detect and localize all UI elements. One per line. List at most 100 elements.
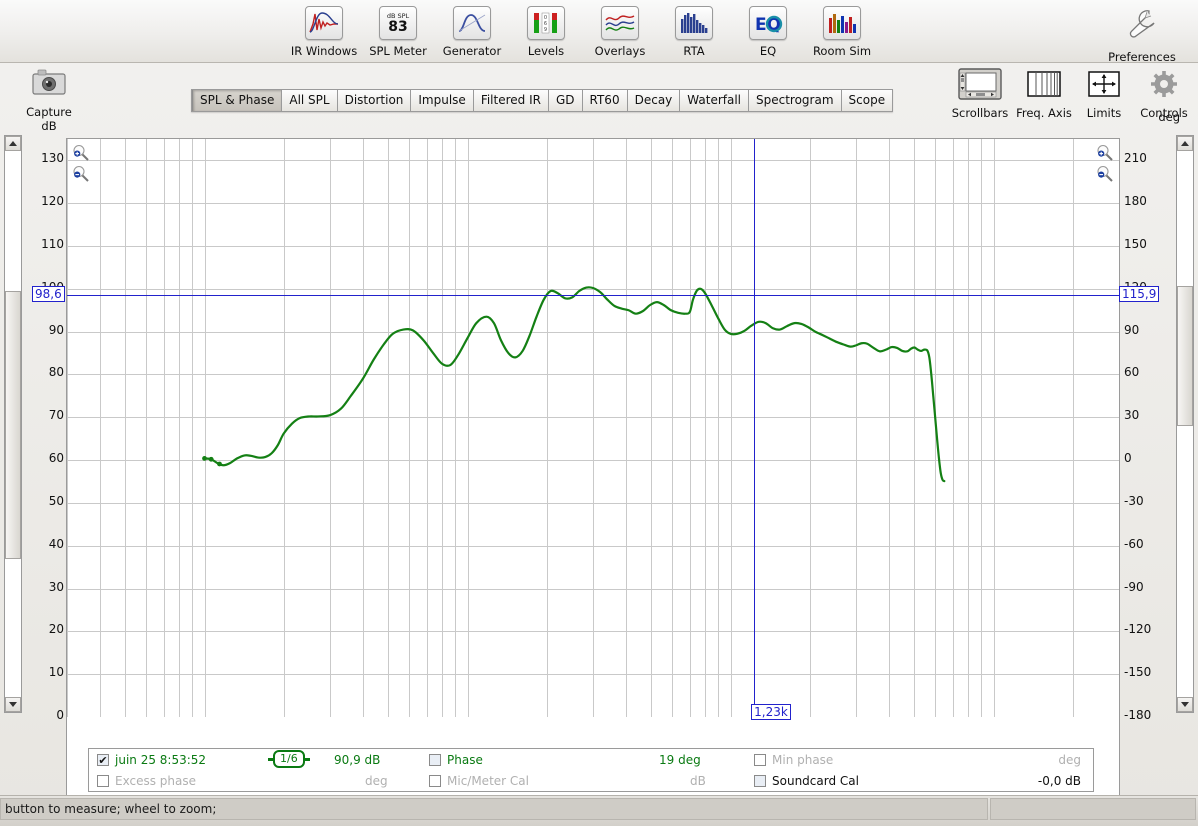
measurement-toggle[interactable]: juin 25 8:53:52 (97, 749, 206, 771)
tab-distortion[interactable]: Distortion (337, 90, 412, 111)
scroll-down-arrow-right[interactable] (1177, 697, 1193, 712)
tab-rt60[interactable]: RT60 (582, 90, 628, 111)
spl-axis-tick: 50 (48, 493, 64, 508)
smoothing-control[interactable]: 1/6 (268, 750, 310, 768)
min-phase-checkbox[interactable] (754, 754, 766, 766)
phase-axis: -180-150-120-90-60-300306090120150180210 (1120, 130, 1172, 722)
phase-toggle[interactable]: Phase (429, 749, 483, 771)
wrench-icon (1125, 8, 1159, 44)
plot-canvas (67, 139, 1119, 718)
rew-main-window: IR Windows dB SPL 83 SPL Meter Generator (0, 0, 1198, 826)
capture-label: Capture (26, 105, 72, 119)
tab-scope[interactable]: Scope (841, 90, 893, 111)
generator-icon (453, 6, 491, 40)
spl-meter-button[interactable]: dB SPL 83 SPL Meter (361, 2, 435, 58)
zoom-out-icon-top-left[interactable] (72, 165, 90, 183)
mic-meter-cal-toggle[interactable]: Mic/Meter Cal (429, 770, 529, 792)
tab-spectrogram[interactable]: Spectrogram (749, 90, 842, 111)
soundcard-cal-value: -0,0 dB (1037, 774, 1081, 788)
phase-axis-tick: -150 (1124, 665, 1152, 680)
legend-row-1: juin 25 8:53:52 90,9 dB Phase 19 deg Min… (89, 749, 1093, 771)
mic-meter-cal-label: Mic/Meter Cal (447, 774, 529, 788)
toolbar-buttons: IR Windows dB SPL 83 SPL Meter Generator (287, 2, 879, 58)
phase-axis-tick: 180 (1124, 194, 1147, 209)
measurement-checkbox[interactable] (97, 754, 109, 766)
graph-area: 0102030405060708090100110120130 -180-150… (0, 130, 1198, 826)
spl-axis-tick: 40 (48, 536, 64, 551)
scrollbars-button[interactable]: Scrollbars (946, 66, 1014, 120)
zoom-in-icon-top-right[interactable] (1096, 144, 1114, 162)
limits-label: Limits (1086, 106, 1122, 120)
zoom-out-icon-top-right[interactable] (1096, 165, 1114, 183)
spl-axis-tick: 60 (48, 451, 64, 466)
room-sim-button[interactable]: Room Sim (805, 2, 879, 58)
tab-spl-phase[interactable]: SPL & Phase (192, 90, 283, 111)
scrollbars-label: Scrollbars (951, 106, 1009, 120)
spl-axis-tick: 20 (48, 622, 64, 637)
min-phase-toggle[interactable]: Min phase (754, 749, 833, 771)
spl-phase-plot[interactable] (66, 138, 1120, 826)
levels-button[interactable]: 0 6 9 Levels (509, 2, 583, 58)
scroll-thumb-left[interactable] (5, 291, 21, 559)
status-bar: button to measure; wheel to zoom; (0, 795, 1198, 826)
mic-meter-cal-checkbox[interactable] (429, 775, 441, 787)
controls-unit: deg (1158, 110, 1180, 124)
generator-label: Generator (442, 44, 502, 58)
ir-windows-label: IR Windows (290, 44, 358, 58)
phase-axis-tick: 30 (1124, 408, 1140, 423)
phase-cursor-readout: 115,9 (1119, 285, 1160, 302)
spl-axis-tick: 30 (48, 579, 64, 594)
ir-windows-button[interactable]: IR Windows (287, 2, 361, 58)
zoom-in-icon-top-left[interactable] (72, 144, 90, 162)
eq-icon: EQ (749, 6, 787, 40)
excess-phase-checkbox[interactable] (97, 775, 109, 787)
soundcard-cal-checkbox[interactable] (754, 775, 766, 787)
tab-impulse[interactable]: Impulse (411, 90, 474, 111)
phase-axis-tick: -30 (1124, 493, 1144, 508)
smoothing-stub-right (304, 757, 310, 761)
freq-axis-button[interactable]: Freq. Axis (1014, 66, 1074, 120)
limits-icon (1088, 71, 1120, 97)
min-phase-unit: deg (1058, 753, 1081, 767)
eq-button[interactable]: EQ EQ (731, 2, 805, 58)
levels-icon: 0 6 9 (527, 6, 565, 40)
overlays-button[interactable]: Overlays (583, 2, 657, 58)
room-sim-label: Room Sim (812, 44, 872, 58)
rta-button[interactable]: RTA (657, 2, 731, 58)
tab-decay[interactable]: Decay (627, 90, 681, 111)
spl-axis-tick: 0 (56, 708, 64, 722)
excess-phase-toggle[interactable]: Excess phase (97, 770, 196, 792)
spl-axis-tick: 80 (48, 365, 64, 380)
overlays-label: Overlays (594, 44, 646, 58)
tab-gd[interactable]: GD (548, 90, 583, 111)
smoothing-value[interactable]: 1/6 (273, 750, 305, 768)
generator-button[interactable]: Generator (435, 2, 509, 58)
phase-axis-tick: 150 (1124, 237, 1147, 252)
spl-meter-label: SPL Meter (369, 44, 427, 58)
tab-waterfall[interactable]: Waterfall (680, 90, 749, 111)
preferences-button[interactable]: Preferences (1090, 2, 1194, 64)
soundcard-cal-toggle[interactable]: Soundcard Cal (754, 770, 859, 792)
spl-axis-scrollbar[interactable] (4, 135, 22, 713)
limits-button[interactable]: Limits (1074, 66, 1134, 120)
spl-axis-tick: 90 (48, 322, 64, 337)
phase-axis-tick: -90 (1124, 579, 1144, 594)
room-sim-icon (823, 6, 861, 40)
tab-all-spl[interactable]: All SPL (282, 90, 338, 111)
capture-button[interactable]: Capture dB (14, 68, 84, 133)
tab-filtered-ir[interactable]: Filtered IR (473, 90, 549, 111)
scroll-down-arrow-left[interactable] (5, 697, 21, 712)
phase-axis-scrollbar[interactable] (1176, 135, 1194, 713)
levels-label: Levels (527, 44, 565, 58)
scroll-up-arrow-right[interactable] (1177, 136, 1193, 151)
scroll-thumb-right[interactable] (1177, 286, 1193, 426)
measurement-label: juin 25 8:53:52 (115, 753, 207, 767)
eq-label: EQ (759, 44, 777, 58)
excess-phase-label: Excess phase (115, 774, 196, 788)
scroll-up-arrow-left[interactable] (5, 136, 21, 151)
measurement-legend-panel: juin 25 8:53:52 90,9 dB Phase 19 deg Min… (88, 748, 1094, 792)
phase-checkbox[interactable] (429, 754, 441, 766)
overlays-icon (601, 6, 639, 40)
rta-icon (675, 6, 713, 40)
phase-axis-tick: -180 (1124, 708, 1152, 722)
